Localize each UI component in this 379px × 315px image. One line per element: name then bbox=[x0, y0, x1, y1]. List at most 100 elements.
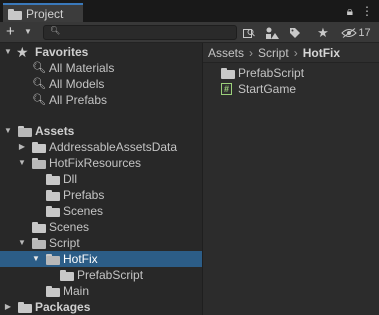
folder-open-icon bbox=[18, 126, 32, 137]
tree-item-all-materials[interactable]: 🔍︎ All Materials bbox=[0, 60, 202, 76]
folder-icon bbox=[46, 206, 60, 217]
folder-icon bbox=[8, 9, 22, 20]
folder-open-icon bbox=[32, 238, 46, 249]
search-icon: 🔍︎ bbox=[32, 94, 46, 106]
folder-icon bbox=[32, 220, 46, 234]
expand-arrow-icon[interactable]: ▼ bbox=[17, 158, 27, 167]
plus-icon[interactable]: + bbox=[6, 23, 15, 40]
folder-icon bbox=[60, 270, 74, 281]
folder-open-icon bbox=[32, 158, 46, 169]
tree-item-label: Script bbox=[49, 236, 80, 250]
folder-icon bbox=[46, 188, 60, 202]
folder-icon bbox=[32, 222, 46, 233]
search-icon: 🔍︎ bbox=[32, 78, 46, 90]
toolbar: + ▼ 🔍︎ ★ 17 bbox=[0, 22, 379, 43]
hidden-packages-toggle[interactable]: 17 bbox=[338, 24, 374, 41]
tree-item-hotfixresources[interactable]: ▼ HotFixResources bbox=[0, 155, 202, 171]
chevron-right-icon: › bbox=[293, 45, 298, 60]
kebab-menu-icon[interactable]: ⋮ bbox=[361, 4, 373, 19]
folder-open-icon bbox=[18, 124, 32, 138]
tree-item-hotfix[interactable]: ▼ HotFix bbox=[0, 251, 202, 267]
folder-open-icon bbox=[46, 252, 60, 266]
folder-icon bbox=[46, 204, 60, 218]
star-icon[interactable]: ★ bbox=[316, 24, 330, 41]
tree-item-label: Assets bbox=[35, 124, 75, 138]
filter-by-type-icon[interactable] bbox=[264, 24, 280, 41]
expand-arrow-icon[interactable]: ▼ bbox=[3, 47, 13, 56]
csharp-script-icon: # bbox=[221, 83, 232, 95]
asset-item-prefabscript[interactable]: PrefabScript bbox=[203, 65, 379, 81]
expand-arrow-icon[interactable]: ▼ bbox=[3, 126, 13, 135]
tree-item-packages[interactable]: ▶ Packages bbox=[0, 299, 202, 315]
folder-icon bbox=[32, 142, 46, 153]
search-icon: 🔍︎ bbox=[32, 62, 46, 74]
folder-icon bbox=[46, 174, 60, 185]
folder-open-icon bbox=[46, 254, 60, 265]
folder-icon bbox=[221, 68, 235, 79]
tree-item-prefabscript[interactable]: PrefabScript bbox=[0, 267, 202, 283]
expand-arrow-icon[interactable]: ▼ bbox=[17, 238, 27, 247]
folder-icon bbox=[46, 172, 60, 186]
folder-open-icon bbox=[32, 236, 46, 250]
tab-bar: Project 🔒︎ ⋮ bbox=[0, 0, 379, 22]
tree-item-all-prefabs[interactable]: 🔍︎ All Prefabs bbox=[0, 92, 202, 108]
chevron-down-icon[interactable]: ▼ bbox=[24, 27, 32, 36]
tree-item-favorites[interactable]: ▼ ★ Favorites bbox=[0, 44, 202, 60]
tree-item-label: AddressableAssetsData bbox=[49, 140, 178, 154]
tree-item-dll[interactable]: Dll bbox=[0, 171, 202, 187]
eye-slash-icon bbox=[341, 27, 358, 38]
tree-item-label: PrefabScript bbox=[77, 268, 144, 282]
expand-arrow-icon[interactable]: ▼ bbox=[31, 254, 41, 263]
tree-item-label: All Models bbox=[49, 77, 105, 91]
tree-item-label: Scenes bbox=[63, 204, 104, 218]
tree-item-assets[interactable]: ▼ Assets bbox=[0, 123, 202, 139]
folder-icon bbox=[46, 190, 60, 201]
tree-item-label: Dll bbox=[63, 172, 77, 186]
tree-item-label: Prefabs bbox=[63, 188, 105, 202]
tree-item-addressableassetsdata[interactable]: ▶ AddressableAssetsData bbox=[0, 139, 202, 155]
asset-item-label: PrefabScript bbox=[238, 66, 305, 80]
tree-item-label: Scenes bbox=[49, 220, 90, 234]
folder-icon bbox=[32, 140, 46, 154]
collapsed-arrow-icon[interactable]: ▶ bbox=[3, 302, 13, 311]
breadcrumb-assets[interactable]: Assets bbox=[208, 46, 244, 60]
tree-item-main[interactable]: Main bbox=[0, 283, 202, 299]
chevron-right-icon: › bbox=[249, 45, 254, 60]
tab-title: Project bbox=[26, 6, 64, 21]
collapsed-arrow-icon[interactable]: ▶ bbox=[17, 142, 27, 151]
folder-icon bbox=[221, 66, 235, 80]
tree-item-scenes[interactable]: Scenes bbox=[0, 219, 202, 235]
tree-item-label: Favorites bbox=[35, 45, 89, 59]
asset-item-startgame[interactable]: # StartGame bbox=[203, 81, 379, 97]
filter-by-label-icon[interactable] bbox=[288, 24, 302, 41]
breadcrumb: Assets › Script › HotFix bbox=[203, 43, 379, 63]
hidden-count: 17 bbox=[358, 26, 371, 39]
tree-item-label: All Prefabs bbox=[49, 93, 108, 107]
folder-icon bbox=[46, 284, 60, 298]
asset-item-label: StartGame bbox=[238, 82, 297, 96]
folder-icon bbox=[60, 268, 74, 282]
tree-item-prefabs[interactable]: Prefabs bbox=[0, 187, 202, 203]
star-icon: ★ bbox=[16, 44, 29, 60]
tab-controls: 🔒︎ ⋮ bbox=[347, 4, 373, 19]
lock-icon[interactable]: 🔒︎ bbox=[347, 4, 353, 19]
tree-item-label: Packages bbox=[35, 300, 91, 314]
search-in-scene-icon[interactable] bbox=[242, 24, 256, 41]
tree-item-all-models[interactable]: 🔍︎ All Models bbox=[0, 76, 202, 92]
tree-item-label: All Materials bbox=[49, 61, 115, 75]
folder-icon bbox=[18, 300, 32, 314]
folder-tree: ▼ ★ Favorites 🔍︎ All Materials 🔍︎ All Mo… bbox=[0, 43, 202, 315]
tree-item-label: HotFixResources bbox=[49, 156, 142, 170]
tab-project[interactable]: Project bbox=[3, 3, 83, 22]
folder-open-icon bbox=[32, 156, 46, 170]
tree-item-script[interactable]: ▼ Script bbox=[0, 235, 202, 251]
tree-item-scenes-hotfix[interactable]: Scenes bbox=[0, 203, 202, 219]
search-field[interactable]: 🔍︎ bbox=[43, 25, 237, 41]
search-icon: 🔍︎ bbox=[50, 26, 61, 35]
csharp-script-icon: # bbox=[221, 82, 235, 96]
search-input[interactable] bbox=[62, 26, 236, 41]
breadcrumb-hotfix[interactable]: HotFix bbox=[303, 46, 340, 60]
breadcrumb-script[interactable]: Script bbox=[258, 46, 289, 60]
tree-item-label: Main bbox=[63, 284, 90, 298]
folder-icon bbox=[18, 302, 32, 313]
